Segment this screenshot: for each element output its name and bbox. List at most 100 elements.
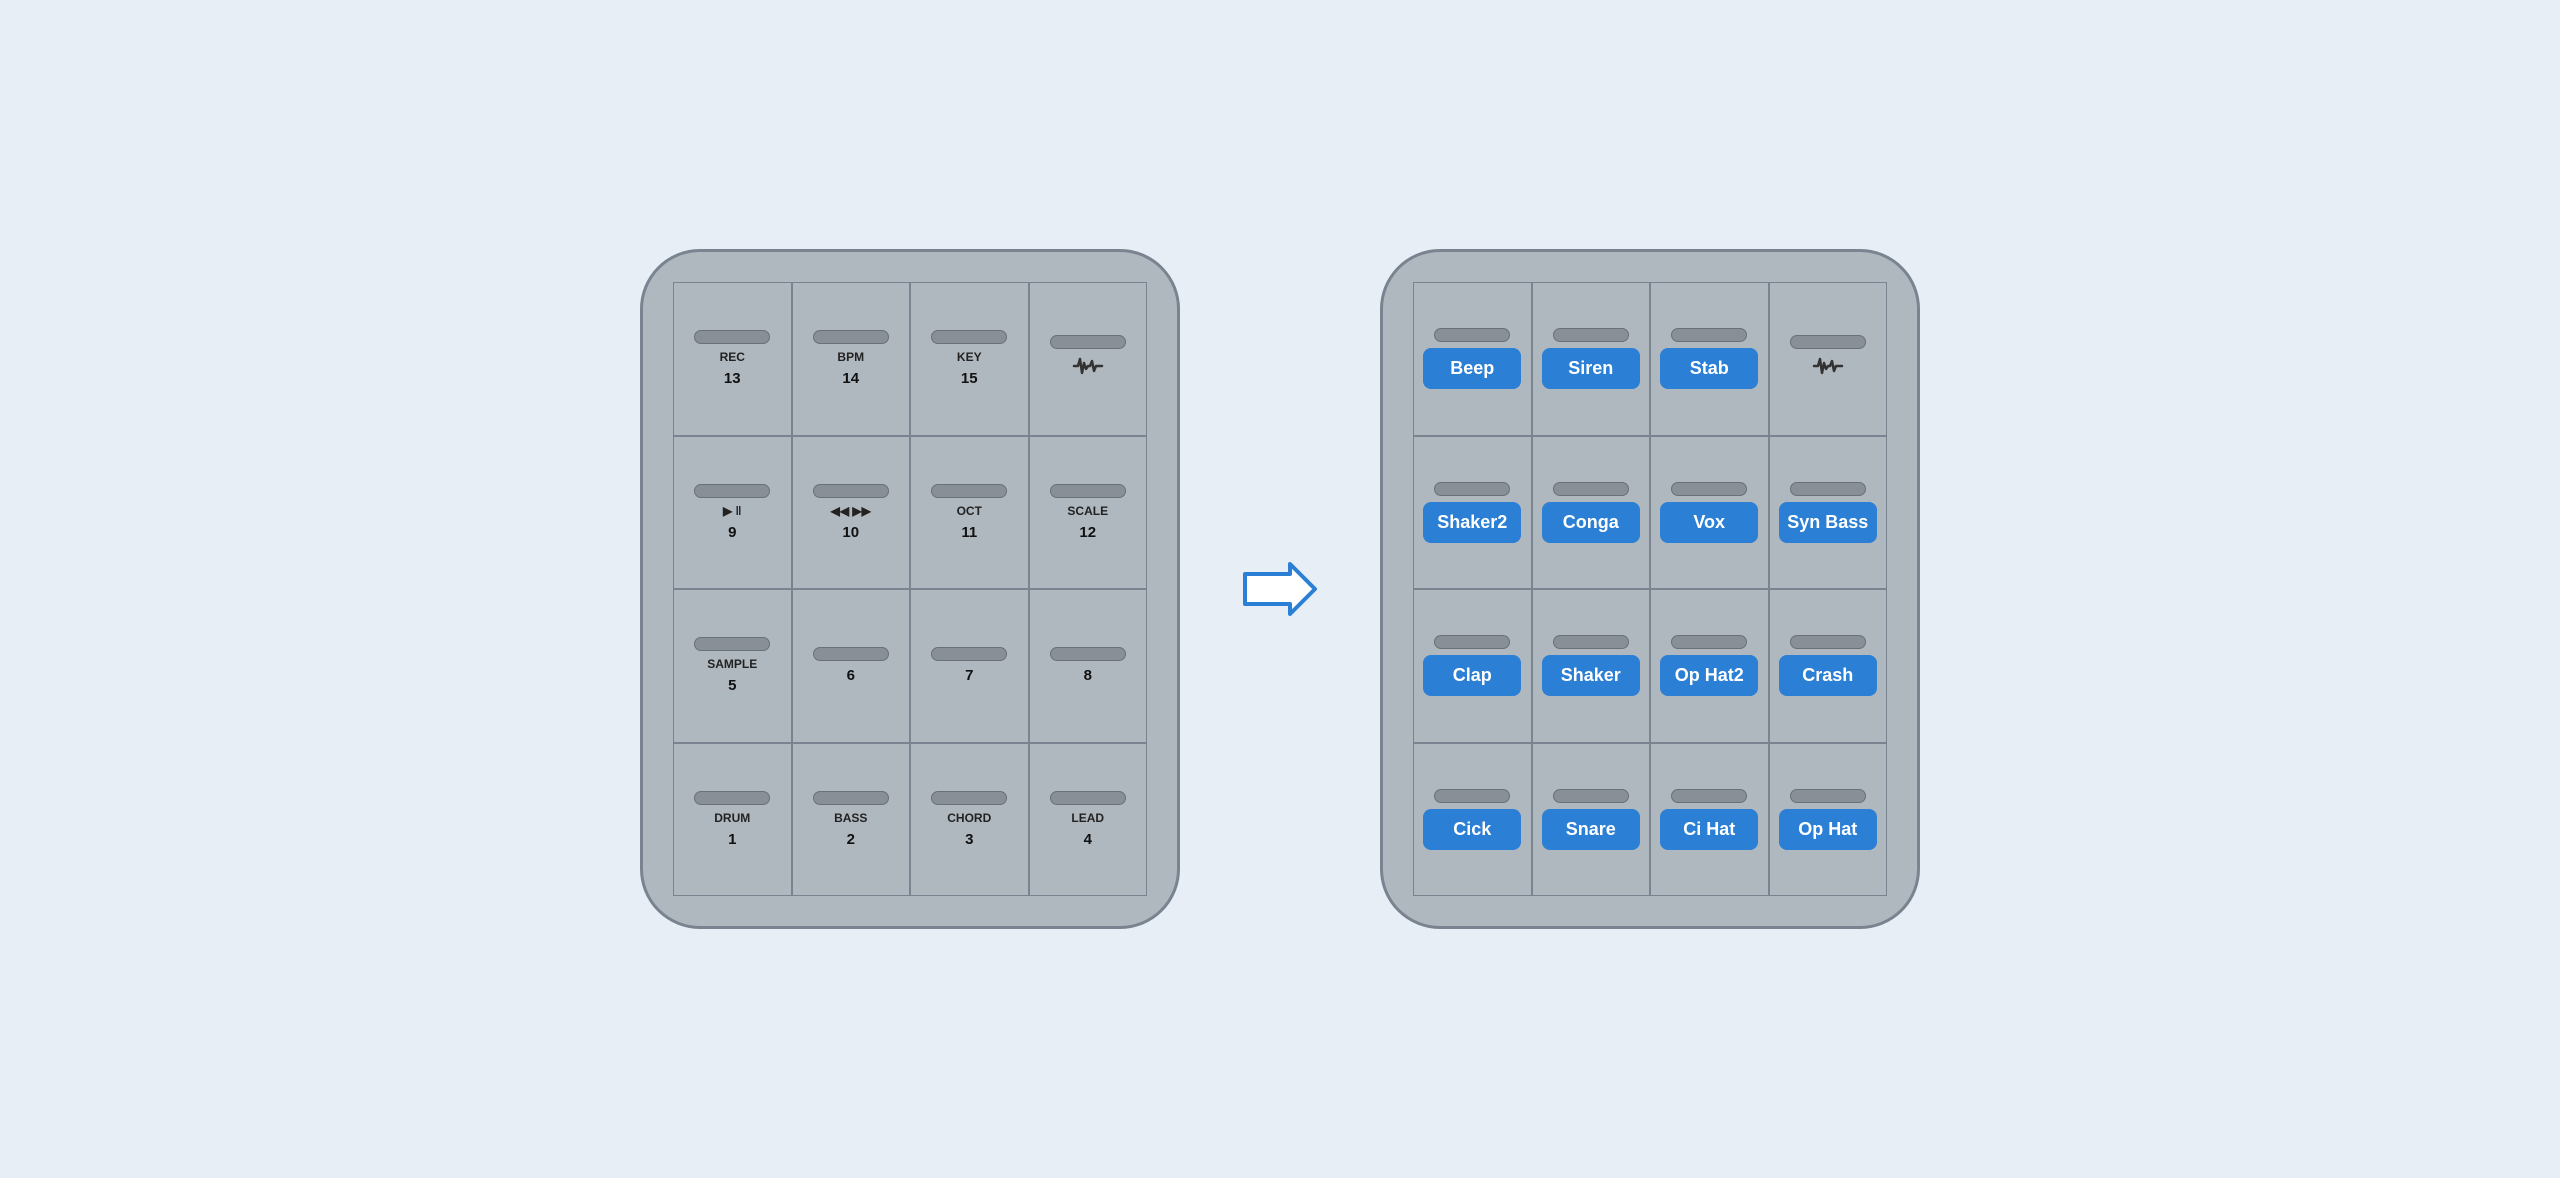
led-bar [1050,484,1126,498]
right-cell-r2-c3[interactable]: Crash [1769,589,1888,743]
right-cell-r1-c1[interactable]: Conga [1532,436,1651,590]
cell-label: KEY [957,350,982,364]
left-cell-r0-c2[interactable]: KEY15 [910,282,1029,436]
left-cell-r1-c1[interactable]: ◀◀ ▶▶10 [792,436,911,590]
left-cell-r1-c3[interactable]: SCALE12 [1029,436,1148,590]
arrow-container [1240,559,1320,619]
right-cell-r3-c1[interactable]: Snare [1532,743,1651,897]
right-cell-r1-c3[interactable]: Syn Bass [1769,436,1888,590]
blue-pad-button[interactable]: Shaker [1542,655,1640,696]
right-cell-r2-c1[interactable]: Shaker [1532,589,1651,743]
led-bar [1434,328,1510,342]
led-bar [1434,635,1510,649]
waveform-icon [1812,355,1844,382]
cell-number: 6 [847,667,855,684]
led-bar [813,330,889,344]
cell-number: 14 [842,370,859,387]
cell-number: 4 [1084,831,1092,848]
cell-number: 2 [847,831,855,848]
cell-number: 9 [728,524,736,541]
right-cell-r2-c2[interactable]: Op Hat2 [1650,589,1769,743]
left-cell-r3-c1[interactable]: BASS 2 [792,743,911,897]
right-cell-r0-c0[interactable]: Beep [1413,282,1532,436]
led-bar [813,484,889,498]
left-cell-r3-c2[interactable]: CHORD 3 [910,743,1029,897]
left-cell-r2-c2[interactable]: 7 [910,589,1029,743]
led-bar [1434,789,1510,803]
left-cell-r3-c3[interactable]: LEAD 4 [1029,743,1148,897]
cell-label: BASS [834,811,867,825]
cell-label: OCT [957,504,982,518]
cell-number: 7 [965,667,973,684]
right-cell-r0-c3[interactable] [1769,282,1888,436]
led-bar [694,484,770,498]
led-bar [813,647,889,661]
blue-pad-button[interactable]: Siren [1542,348,1640,389]
cell-label: SCALE [1067,504,1108,518]
blue-pad-button[interactable]: Op Hat [1779,809,1877,850]
cell-label: BPM [837,350,864,364]
right-cell-r0-c1[interactable]: Siren [1532,282,1651,436]
blue-pad-button[interactable]: Stab [1660,348,1758,389]
led-bar [931,484,1007,498]
left-cell-r3-c0[interactable]: DRUM 1 [673,743,792,897]
right-cell-r3-c3[interactable]: Op Hat [1769,743,1888,897]
blue-pad-button[interactable]: Cick [1423,809,1521,850]
left-cell-r1-c0[interactable]: ▶ ‖ 9 [673,436,792,590]
left-cell-r0-c0[interactable]: REC 13 [673,282,792,436]
main-container: REC13BPM14KEY15 ▶ ‖9◀◀ ▶▶10OCT11SCALE12S… [640,249,1920,929]
cell-number: 1 [728,831,736,848]
led-bar [694,330,770,344]
cell-label: LEAD [1071,811,1104,825]
left-grid: REC13BPM14KEY15 ▶ ‖9◀◀ ▶▶10OCT11SCALE12S… [673,282,1147,896]
right-cell-r1-c2[interactable]: Vox [1650,436,1769,590]
blue-pad-button[interactable]: Crash [1779,655,1877,696]
left-cell-r1-c2[interactable]: OCT11 [910,436,1029,590]
led-bar [1790,482,1866,496]
cell-label: REC [720,350,745,364]
blue-pad-button[interactable]: Ci Hat [1660,809,1758,850]
blue-pad-button[interactable]: Vox [1660,502,1758,543]
led-bar [1050,647,1126,661]
led-bar [1553,635,1629,649]
blue-pad-button[interactable]: Beep [1423,348,1521,389]
led-bar [694,791,770,805]
blue-pad-button[interactable]: Conga [1542,502,1640,543]
left-cell-r2-c3[interactable]: 8 [1029,589,1148,743]
led-bar [1050,335,1126,349]
blue-pad-button[interactable]: Shaker2 [1423,502,1521,543]
led-bar [1790,635,1866,649]
left-cell-r0-c3[interactable] [1029,282,1148,436]
right-cell-r3-c2[interactable]: Ci Hat [1650,743,1769,897]
cell-label: CHORD [947,811,991,825]
blue-pad-button[interactable]: Snare [1542,809,1640,850]
right-cell-r3-c0[interactable]: Cick [1413,743,1532,897]
right-grid: Beep Siren Stab Shaker2 Conga Vox Syn Bass Cla… [1413,282,1887,896]
right-device: Beep Siren Stab Shaker2 Conga Vox Syn Bass Cla… [1380,249,1920,929]
blue-pad-button[interactable]: Clap [1423,655,1521,696]
right-cell-r1-c0[interactable]: Shaker2 [1413,436,1532,590]
cell-label: ▶ ‖ [723,504,742,518]
led-bar [1671,789,1747,803]
left-cell-r0-c1[interactable]: BPM 14 [792,282,911,436]
blue-pad-button[interactable]: Op Hat2 [1660,655,1758,696]
arrow-right-icon [1240,559,1320,619]
left-device: REC13BPM14KEY15 ▶ ‖9◀◀ ▶▶10OCT11SCALE12S… [640,249,1180,929]
left-cell-r2-c0[interactable]: SAMPLE5 [673,589,792,743]
led-bar [1671,482,1747,496]
led-bar [1790,335,1866,349]
led-bar [1671,635,1747,649]
cell-label: SAMPLE [707,657,757,671]
cell-number: 13 [724,370,741,387]
left-cell-r2-c1[interactable]: 6 [792,589,911,743]
cell-number: 3 [965,831,973,848]
led-bar [1553,789,1629,803]
cell-label: DRUM [714,811,750,825]
blue-pad-button[interactable]: Syn Bass [1779,502,1877,543]
cell-number: 10 [842,524,859,541]
led-bar [1050,791,1126,805]
led-bar [694,637,770,651]
right-cell-r0-c2[interactable]: Stab [1650,282,1769,436]
led-bar [1553,328,1629,342]
right-cell-r2-c0[interactable]: Clap [1413,589,1532,743]
